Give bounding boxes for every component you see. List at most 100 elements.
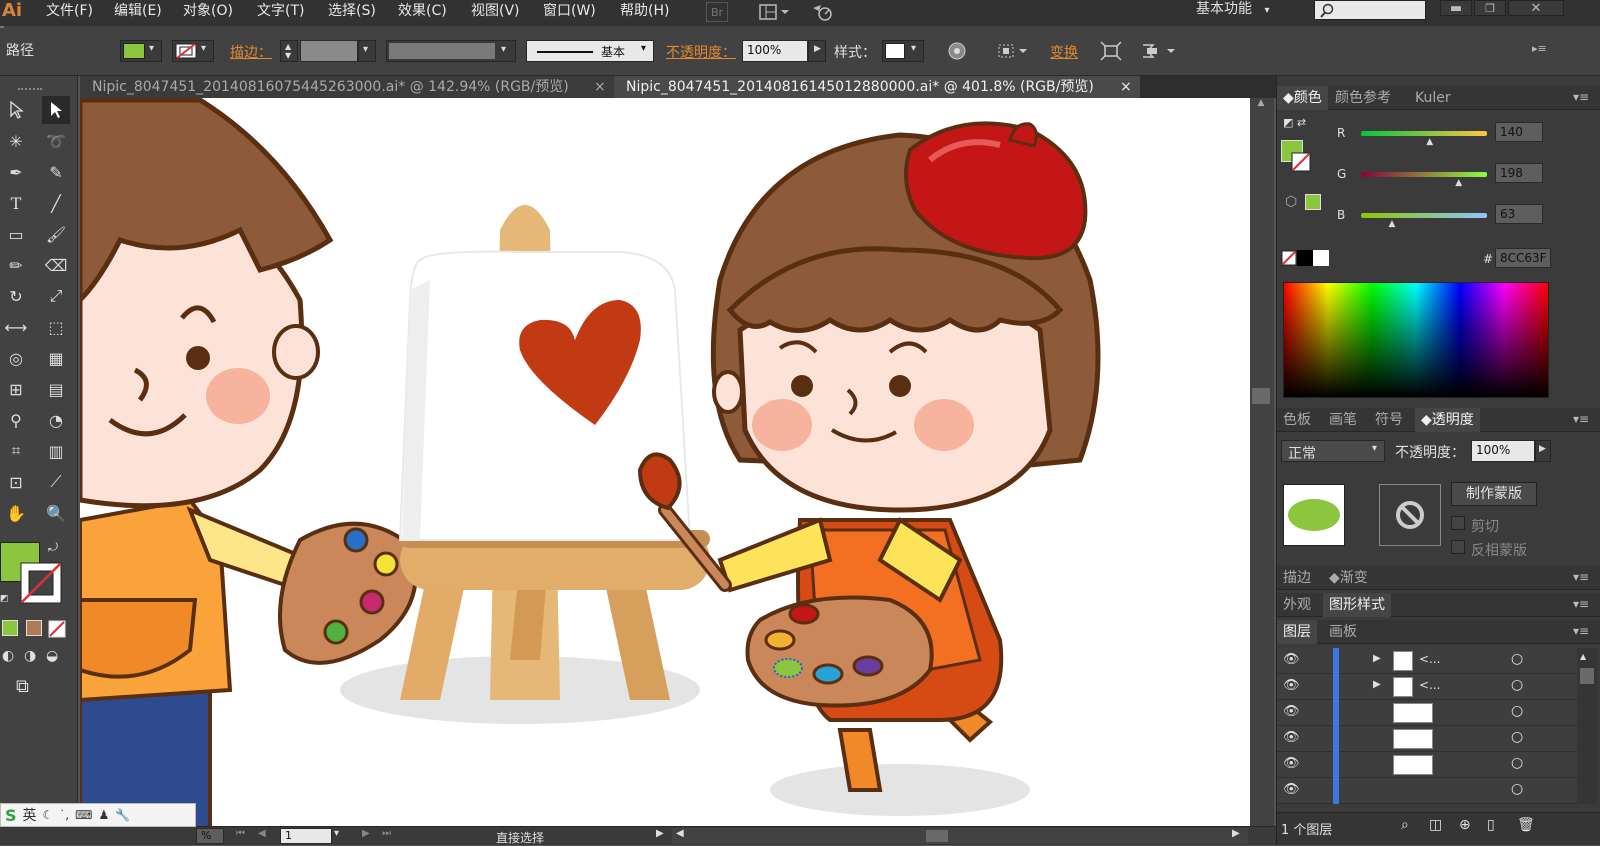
canvas-horizontal-scrollbar[interactable]: ◀ ▶ — [672, 828, 1248, 844]
line-segment-tool-icon[interactable]: ╱ — [42, 189, 70, 217]
b-slider[interactable] — [1361, 213, 1487, 218]
panel-menu-icon[interactable]: ▾≡ — [1573, 597, 1589, 611]
panel-menu-icon[interactable]: ▾≡ — [1573, 90, 1589, 104]
r-value-field[interactable]: 140 — [1495, 122, 1543, 142]
white-color-swatch[interactable] — [1313, 250, 1329, 266]
layers-scroll-thumb[interactable] — [1580, 668, 1594, 684]
stroke-color-picker[interactable]: ▾ — [172, 40, 214, 62]
perspective-grid-tool-icon[interactable]: ▦ — [42, 344, 70, 372]
target-circle-icon[interactable]: ○ — [1511, 781, 1523, 797]
make-clipping-mask-icon[interactable]: ◫ — [1429, 817, 1442, 833]
swap-fill-stroke-icon[interactable]: ⤾ — [48, 540, 58, 555]
minimize-button[interactable]: ▬ — [1440, 0, 1472, 16]
draw-inside-icon[interactable]: ◒ — [46, 648, 58, 664]
tab-transparency[interactable]: ◆透明度 — [1415, 408, 1480, 432]
keyboard-icon[interactable]: ⌨ — [75, 808, 92, 822]
symbol-sprayer-tool-icon[interactable]: ⌗ — [2, 437, 30, 465]
stroke-weight-stepper[interactable]: ▲ ▼ — [280, 40, 298, 62]
rotate-tool-icon[interactable]: ↻ — [2, 282, 30, 310]
hex-value-field[interactable]: 8CC63F — [1495, 248, 1551, 268]
b-slider-thumb[interactable]: ▲ — [1389, 219, 1396, 229]
menu-edit[interactable]: 编辑(E) — [114, 0, 162, 26]
visibility-eye-icon[interactable]: 👁 — [1283, 704, 1300, 719]
tab-layers[interactable]: 图层 — [1277, 620, 1317, 644]
none-color-icon[interactable] — [1281, 250, 1297, 266]
panel-stroke-swatch[interactable] — [1291, 152, 1311, 172]
panel-menu-icon[interactable]: ▸≡ — [1532, 42, 1547, 55]
first-artboard-icon[interactable]: ⏮ — [236, 828, 245, 839]
scroll-left-icon[interactable]: ◀ — [676, 828, 684, 839]
graphic-style-picker[interactable]: ▾ — [882, 40, 924, 62]
tab-color-guide[interactable]: 颜色参考 — [1329, 86, 1397, 110]
search-input[interactable] — [1314, 0, 1426, 20]
new-layer-icon[interactable]: ▯ — [1487, 817, 1495, 833]
hand-tool-icon[interactable]: ✋ — [2, 499, 30, 527]
brush-definition-dropdown[interactable]: 基本 ▾ — [526, 40, 654, 62]
status-menu-arrow-icon[interactable]: ▶ — [656, 828, 664, 839]
zoom-field[interactable]: % — [196, 828, 224, 844]
tab-brushes[interactable]: 画笔 — [1323, 408, 1363, 432]
tab-stroke[interactable]: 描边 — [1277, 566, 1317, 590]
gpu-performance-icon[interactable] — [808, 2, 838, 22]
r-slider-thumb[interactable]: ▲ — [1426, 137, 1433, 147]
free-transform-tool-icon[interactable]: ⬚ — [42, 313, 70, 341]
direct-selection-tool-icon[interactable] — [42, 96, 70, 124]
transparency-opacity-dropdown[interactable]: ▶ — [1535, 440, 1551, 462]
default-colors-icon[interactable]: ◩ ⇄ — [1283, 116, 1306, 129]
g-value-field[interactable]: 198 — [1495, 163, 1543, 183]
layer-row[interactable]: 👁 ○ — [1277, 726, 1577, 752]
none-mode-icon[interactable] — [48, 620, 66, 638]
web-safe-swatch[interactable] — [1305, 194, 1321, 210]
user-icon[interactable]: ♟ — [98, 808, 109, 822]
column-graph-tool-icon[interactable]: ▥ — [42, 437, 70, 465]
artboard-number-field[interactable]: 1 — [280, 828, 332, 844]
visibility-eye-icon[interactable]: 👁 — [1283, 678, 1300, 693]
expand-arrow-icon[interactable]: ▶ — [1373, 679, 1381, 690]
layer-row[interactable]: 👁 ○ — [1277, 778, 1577, 804]
restore-button[interactable]: ❐ — [1474, 0, 1506, 16]
b-value-field[interactable]: 63 — [1495, 204, 1543, 224]
visibility-eye-icon[interactable]: 👁 — [1283, 756, 1300, 771]
target-circle-icon[interactable]: ○ — [1511, 703, 1523, 719]
tab-appearance[interactable]: 外观 — [1277, 593, 1317, 617]
menu-select[interactable]: 选择(S) — [328, 0, 376, 26]
tab-gradient[interactable]: ◆渐变 — [1323, 566, 1374, 590]
target-circle-icon[interactable]: ○ — [1511, 677, 1523, 693]
mask-thumbnail[interactable] — [1379, 484, 1441, 546]
shape-builder-tool-icon[interactable]: ◎ — [2, 344, 30, 372]
r-slider[interactable] — [1361, 131, 1487, 136]
next-artboard-icon[interactable]: ▶ — [362, 828, 370, 839]
tab-swatches[interactable]: 色板 — [1277, 408, 1317, 432]
menu-window[interactable]: 窗口(W) — [543, 0, 596, 26]
chevron-down-icon[interactable]: ▾ — [334, 828, 339, 839]
previous-artboard-icon[interactable]: ◀ — [258, 828, 266, 839]
slice-tool-icon[interactable]: ⟋ — [42, 468, 70, 496]
eyedropper-tool-icon[interactable]: ⚲ — [2, 406, 30, 434]
scroll-up-icon[interactable]: ▲ — [1252, 98, 1270, 112]
stroke-weight-field[interactable] — [300, 40, 358, 62]
g-slider-thumb[interactable]: ▲ — [1455, 178, 1462, 188]
color-mode-icon[interactable] — [2, 620, 18, 636]
close-tab-icon[interactable]: × — [594, 76, 606, 98]
blend-mode-dropdown[interactable]: 正常 ▾ — [1281, 440, 1385, 462]
arrange-documents-icon[interactable] — [756, 2, 792, 22]
visibility-eye-icon[interactable]: 👁 — [1283, 652, 1300, 667]
vertical-scroll-thumb[interactable] — [1252, 388, 1270, 404]
type-tool-icon[interactable]: T — [2, 189, 30, 217]
menu-file[interactable]: 文件(F) — [46, 0, 93, 26]
wrench-icon[interactable]: 🔧 — [115, 808, 130, 822]
scale-tool-icon[interactable]: ⤢ — [42, 282, 70, 310]
zoom-tool-icon[interactable]: 🔍 — [42, 499, 70, 527]
gradient-tool-icon[interactable]: ▤ — [42, 375, 70, 403]
panel-menu-icon[interactable]: ▾≡ — [1573, 624, 1589, 638]
target-circle-icon[interactable]: ○ — [1511, 729, 1523, 745]
opacity-field[interactable]: 100% — [742, 40, 808, 62]
close-window-button[interactable]: ✕ — [1508, 0, 1564, 16]
screen-mode-icon[interactable]: ⧉ — [16, 676, 29, 697]
transform-link[interactable]: 变换 — [1050, 42, 1078, 62]
lasso-tool-icon[interactable]: ➰ — [42, 127, 70, 155]
width-tool-icon[interactable]: ⟷ — [2, 313, 30, 341]
last-artboard-icon[interactable]: ⏭ — [382, 828, 391, 839]
menu-view[interactable]: 视图(V) — [471, 0, 520, 26]
layer-row[interactable]: 👁 ○ — [1277, 700, 1577, 726]
